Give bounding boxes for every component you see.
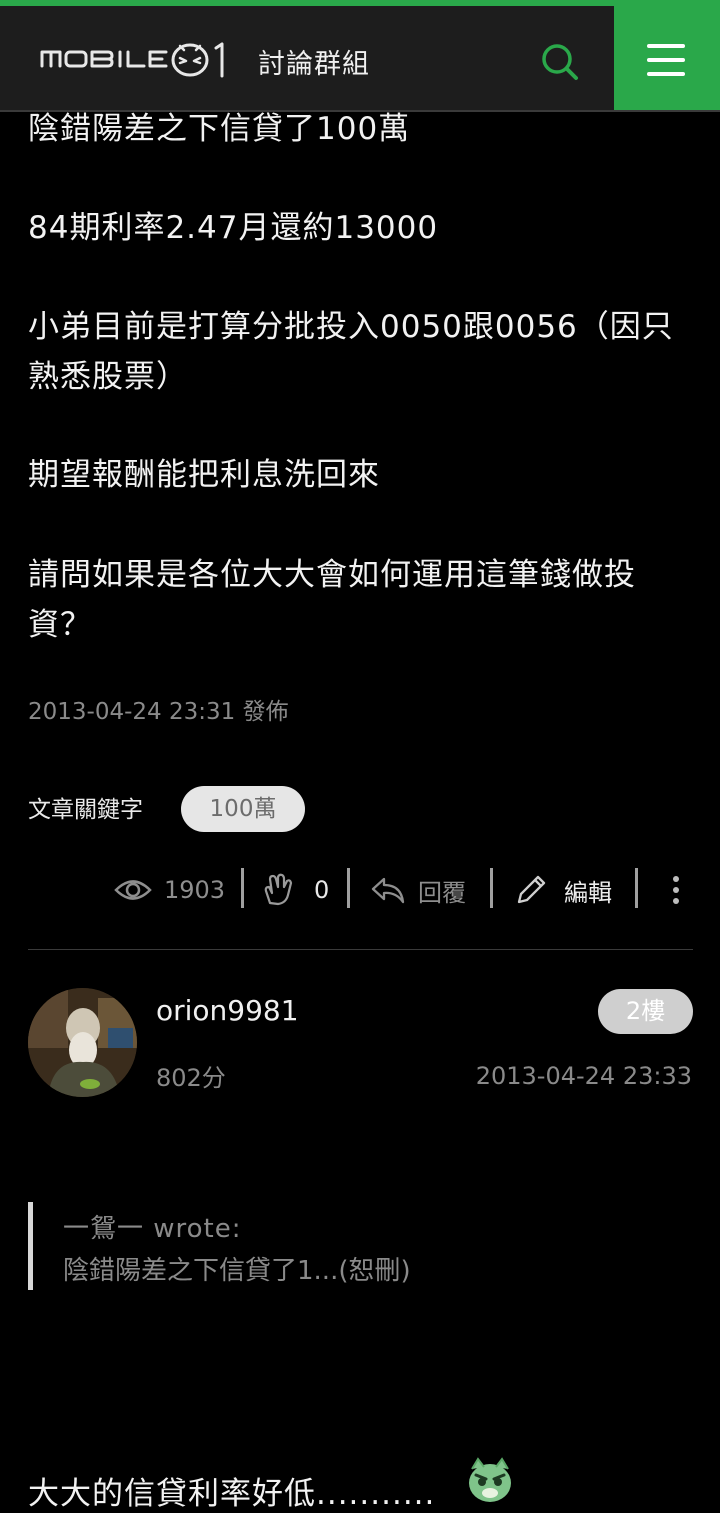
reply-icon — [371, 877, 405, 904]
divider — [490, 868, 493, 908]
keyword-tag[interactable]: 100萬 — [181, 786, 305, 832]
post-paragraph: 小弟目前是打算分批投入0050跟0056（因只熟悉股票） — [28, 309, 674, 395]
reply-button[interactable]: 回覆 — [370, 862, 466, 918]
kebab-icon — [673, 876, 679, 904]
divider — [347, 868, 350, 908]
post-paragraph: 陰錯陽差之下信貸了100萬 — [28, 111, 411, 147]
pencil-icon — [517, 875, 546, 904]
applause-count: 0 — [314, 876, 330, 904]
post-paragraph: 84期利率2.47月還約13000 — [28, 210, 439, 246]
avatar[interactable] — [28, 988, 137, 1097]
page-title: 討論群組 — [258, 49, 370, 80]
search-icon[interactable] — [534, 36, 584, 86]
reply-content: 大大的信貸利率好低........... — [28, 1476, 436, 1512]
keywords-label: 文章關鍵字 — [28, 797, 143, 823]
post-paragraph: 請問如果是各位大大會如何運用這筆錢做投資？ — [28, 557, 636, 643]
divider — [635, 868, 638, 908]
reply-timestamp: 2013-04-24 23:33 — [475, 1062, 692, 1090]
quote-text: 陰錯陽差之下信貸了1...(恕刪) — [63, 1256, 411, 1286]
floor-badge[interactable]: 2樓 — [598, 989, 693, 1034]
menu-button[interactable] — [614, 6, 720, 110]
divider — [241, 868, 244, 908]
quote-block: 一鴛一 wrote: 陰錯陽差之下信貸了1...(恕刪) — [28, 1202, 693, 1290]
site-header: 討論群組 — [0, 6, 720, 112]
more-options-button[interactable] — [666, 862, 686, 918]
reply-username[interactable]: orion9981 — [156, 994, 299, 1027]
eye-icon — [114, 880, 152, 900]
post-timestamp: 2013-04-24 23:31 發佈 — [28, 699, 289, 725]
post-paragraph: 期望報酬能把利息洗回來 — [28, 457, 380, 493]
post-action-bar: 1903 0 回覆 編輯 — [0, 862, 720, 918]
mobile01-logo[interactable] — [40, 36, 236, 82]
owl-emoticon-icon — [464, 1455, 516, 1505]
reply-user-score: 802分 — [156, 1064, 226, 1092]
clap-icon — [264, 873, 293, 906]
views-counter: 1903 — [114, 862, 225, 918]
post-divider — [28, 949, 693, 950]
edit-button[interactable]: 編輯 — [514, 862, 612, 918]
hamburger-icon — [647, 44, 685, 48]
views-count: 1903 — [164, 876, 226, 904]
edit-label: 編輯 — [564, 878, 612, 907]
reply-label: 回覆 — [418, 878, 466, 907]
applause-button[interactable]: 0 — [262, 862, 329, 918]
quote-author: 一鴛一 wrote: — [63, 1214, 242, 1244]
